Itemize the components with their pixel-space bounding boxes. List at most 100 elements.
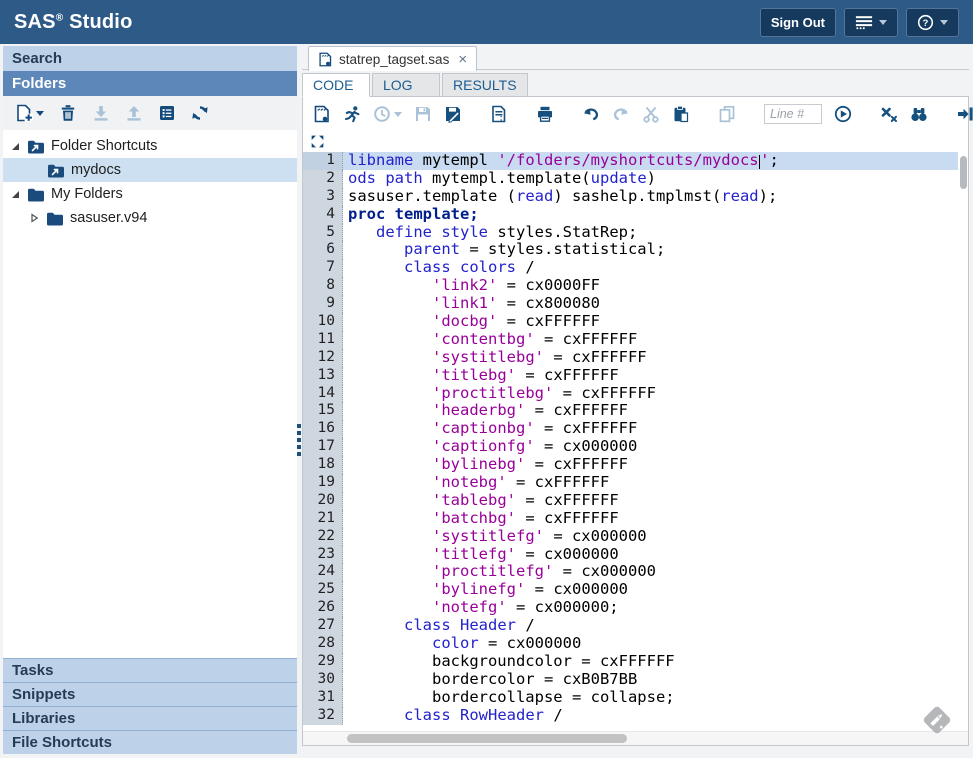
section-snippets[interactable]: Snippets: [3, 683, 297, 706]
section-search[interactable]: Search: [3, 46, 297, 71]
section-tasks[interactable]: Tasks: [3, 659, 297, 682]
code-line[interactable]: 3sasuser.template (read) sashelp.tmplmst…: [303, 188, 958, 206]
bottom-accordion: Tasks Snippets Libraries File Shortcuts: [3, 658, 297, 754]
line-number: 11: [303, 331, 343, 349]
folders-tree: Folder Shortcuts mydocs My Folders sasus…: [3, 130, 297, 658]
code-line[interactable]: 11 'contentbg' = cxFFFFFF: [303, 331, 958, 349]
collapse-arrow-icon[interactable]: [11, 190, 21, 199]
enhance-editor-button[interactable]: [956, 105, 973, 123]
expand-arrow-icon[interactable]: [30, 213, 40, 223]
code-line[interactable]: 30 bordercolor = cxB0B7BB: [303, 671, 958, 689]
line-number: 4: [303, 206, 343, 224]
application-menu-button[interactable]: [844, 8, 898, 37]
horizontal-scrollbar-thumb[interactable]: [347, 734, 627, 743]
chevron-down-icon: [940, 20, 948, 25]
new-program-button[interactable]: [313, 105, 331, 123]
copy-button[interactable]: [718, 105, 736, 123]
sign-out-button[interactable]: Sign Out: [760, 8, 836, 37]
help-button[interactable]: ?: [906, 8, 959, 37]
cut-button[interactable]: [642, 105, 660, 123]
code-line[interactable]: 2ods path mytempl.template(update): [303, 170, 958, 188]
code-line[interactable]: 19 'notebg' = cxFFFFFF: [303, 474, 958, 492]
code-line[interactable]: 4proc template;: [303, 206, 958, 224]
tree-item-folder-shortcuts[interactable]: Folder Shortcuts: [3, 134, 297, 158]
code-line[interactable]: 21 'batchbg' = cxFFFFFF: [303, 510, 958, 528]
collapse-arrow-icon[interactable]: [11, 142, 21, 151]
vertical-scrollbar-thumb[interactable]: [960, 156, 967, 189]
horizontal-scrollbar[interactable]: [303, 731, 968, 745]
save-button[interactable]: [414, 105, 432, 123]
tree-item-my-folders[interactable]: My Folders: [3, 182, 297, 206]
new-item-button[interactable]: [15, 104, 44, 122]
maximize-view-button[interactable]: [310, 134, 325, 149]
tree-item-mydocs[interactable]: mydocs: [3, 158, 297, 182]
vertical-scrollbar[interactable]: [959, 153, 967, 730]
code-line[interactable]: 27 class Header /: [303, 617, 958, 635]
line-number: 25: [303, 581, 343, 599]
code-line[interactable]: 6 parent = styles.statistical;: [303, 241, 958, 259]
line-number: 30: [303, 671, 343, 689]
editor-toolbar: ;: [303, 97, 968, 131]
tab-code[interactable]: CODE: [302, 73, 370, 97]
new-item-icon: [15, 104, 33, 122]
code-line[interactable]: 26 'notefg' = cx000000;: [303, 599, 958, 617]
code-line[interactable]: 25 'bylinefg' = cx000000: [303, 581, 958, 599]
code-line[interactable]: 1libname mytempl '/folders/myshortcuts/m…: [303, 152, 958, 170]
pane-splitter-handle[interactable]: [295, 424, 302, 456]
code-line[interactable]: 18 'bylinebg' = cxFFFFFF: [303, 456, 958, 474]
save-as-button[interactable]: [444, 105, 462, 123]
code-line[interactable]: 5 define style styles.StatRep;: [303, 224, 958, 242]
find-replace-button[interactable]: [910, 105, 928, 123]
code-line[interactable]: 31 bordercollapse = collapse;: [303, 689, 958, 707]
code-line[interactable]: 10 'docbg' = cxFFFFFF: [303, 313, 958, 331]
delete-button[interactable]: [59, 104, 77, 122]
line-number: 7: [303, 259, 343, 277]
run-button[interactable]: [343, 105, 361, 123]
code-line[interactable]: 9 'link1' = cx800080: [303, 295, 958, 313]
download-icon: [92, 104, 110, 122]
clear-code-button[interactable]: [880, 105, 898, 123]
redo-button[interactable]: [612, 105, 630, 123]
line-number-input[interactable]: [764, 104, 822, 124]
code-line[interactable]: 17 'captionfg' = cx000000: [303, 438, 958, 456]
code-line[interactable]: 23 'titlefg' = cx000000: [303, 546, 958, 564]
sas-program-icon: [318, 52, 333, 67]
code-line[interactable]: 16 'captionbg' = cxFFFFFF: [303, 420, 958, 438]
program-summary-button[interactable]: ;: [490, 105, 508, 123]
code-line[interactable]: 15 'headerbg' = cxFFFFFF: [303, 402, 958, 420]
code-line[interactable]: 29 backgroundcolor = cxFFFFFF: [303, 653, 958, 671]
code-line[interactable]: 20 'tablebg' = cxFFFFFF: [303, 492, 958, 510]
section-libraries[interactable]: Libraries: [3, 707, 297, 730]
code-line[interactable]: 7 class colors /: [303, 259, 958, 277]
go-to-line-button[interactable]: [834, 105, 852, 123]
refresh-button[interactable]: [191, 104, 209, 122]
tree-item-sasuser-v94[interactable]: sasuser.v94: [3, 206, 297, 230]
tab-statrep-tagset[interactable]: statrep_tagset.sas ×: [308, 46, 477, 71]
upload-button[interactable]: [125, 104, 143, 122]
submission-history-button[interactable]: [373, 105, 402, 123]
tab-results[interactable]: RESULTS: [442, 73, 528, 97]
code-line[interactable]: 22 'systitlefg' = cx000000: [303, 528, 958, 546]
code-line[interactable]: 14 'proctitlebg' = cxFFFFFF: [303, 385, 958, 403]
section-folders[interactable]: Folders: [3, 71, 297, 96]
line-number: 2: [303, 170, 343, 188]
line-number: 1: [303, 152, 343, 170]
paste-button[interactable]: [672, 105, 690, 123]
code-line[interactable]: 24 'proctitlefg' = cx000000: [303, 563, 958, 581]
code-line[interactable]: 12 'systitlebg' = cxFFFFFF: [303, 349, 958, 367]
code-line[interactable]: 8 'link2' = cx0000FF: [303, 277, 958, 295]
download-button[interactable]: [92, 104, 110, 122]
code-line[interactable]: 32 class RowHeader /: [303, 707, 958, 725]
undo-button[interactable]: [582, 105, 600, 123]
code-line[interactable]: 13 'titlebg' = cxFFFFFF: [303, 367, 958, 385]
code-line[interactable]: 28 color = cx000000: [303, 635, 958, 653]
tab-log[interactable]: LOG: [372, 73, 440, 97]
print-button[interactable]: [536, 105, 554, 123]
properties-button[interactable]: [158, 104, 176, 122]
view-tabs: CODE LOG RESULTS: [302, 70, 969, 96]
line-number: 16: [303, 420, 343, 438]
section-file-shortcuts[interactable]: File Shortcuts: [3, 731, 297, 754]
close-tab-icon[interactable]: ×: [458, 52, 467, 67]
code-editor[interactable]: 1libname mytempl '/folders/myshortcuts/m…: [303, 152, 968, 731]
line-number: 14: [303, 385, 343, 403]
